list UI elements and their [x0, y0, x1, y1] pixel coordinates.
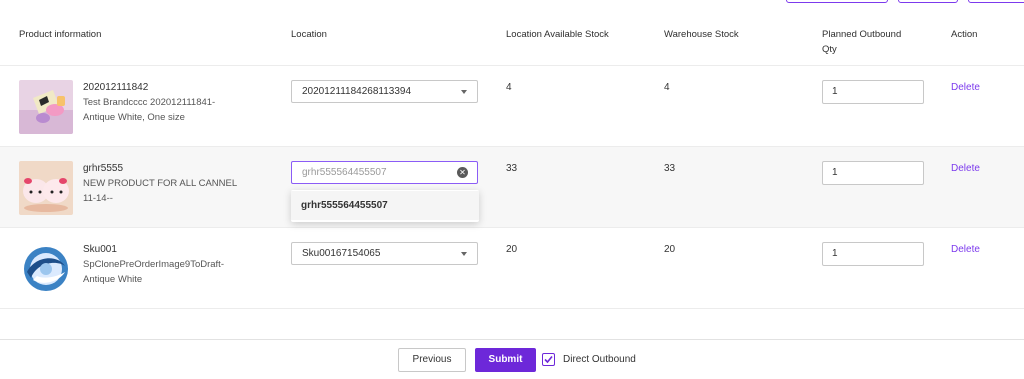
product-info: grhr5555 NEW PRODUCT FOR ALL CANNEL 11-1…: [83, 161, 263, 206]
location-select[interactable]: grhr555564455507 ✕: [291, 161, 478, 184]
submit-button[interactable]: Submit: [475, 348, 536, 372]
location-available-stock: 4: [506, 82, 512, 93]
delete-link[interactable]: Delete: [951, 163, 980, 174]
header-location-stock: Location Available Stock: [506, 29, 609, 40]
product-thumbnail: [19, 242, 73, 296]
table-row: 202012111842 Test Brandcccc 202012111841…: [0, 66, 1024, 147]
table-row: Sku001 SpClonePreOrderImage9ToDraft- Ant…: [0, 228, 1024, 309]
delete-link[interactable]: Delete: [951, 82, 980, 93]
product-name-line2: Antique White, One size: [83, 112, 185, 123]
location-available-stock: 20: [506, 244, 518, 255]
product-name-line1: Test Brandcccc 202012111841-: [83, 97, 216, 108]
product-thumbnail: [19, 80, 73, 134]
delete-link[interactable]: Delete: [951, 244, 980, 255]
location-dropdown-menu: grhr555564455507: [291, 190, 479, 222]
location-select[interactable]: Sku00167154065: [291, 242, 478, 265]
planned-qty-input[interactable]: 1: [822, 161, 924, 185]
outbound-table: Product information Location Location Av…: [0, 14, 1024, 309]
clear-icon[interactable]: ✕: [457, 167, 468, 178]
warehouse-stock: 33: [664, 163, 676, 174]
header-product-info: Product information: [19, 29, 102, 40]
header-location: Location: [291, 29, 327, 40]
location-select[interactable]: 20201211184268113394: [291, 80, 478, 103]
dropdown-option[interactable]: grhr555564455507: [291, 191, 479, 220]
checkmark-icon: [544, 355, 553, 364]
product-name-line1: NEW PRODUCT FOR ALL CANNEL: [83, 178, 238, 189]
header-warehouse-stock: Warehouse Stock: [664, 29, 739, 40]
location-select-value: Sku00167154065: [302, 248, 381, 259]
location-select-value: grhr555564455507: [302, 167, 387, 178]
warehouse-stock: 20: [664, 244, 676, 255]
footer-bar: Previous Submit Direct Outbound: [0, 339, 1024, 379]
chevron-down-icon: [461, 90, 467, 94]
top-action-button-3[interactable]: [968, 0, 1024, 3]
header-action: Action: [951, 29, 978, 40]
top-action-button-2[interactable]: [898, 0, 958, 3]
warehouse-stock: 4: [664, 82, 670, 93]
product-info: Sku001 SpClonePreOrderImage9ToDraft- Ant…: [83, 242, 263, 287]
direct-outbound-label: Direct Outbound: [563, 354, 636, 365]
planned-qty-input[interactable]: 1: [822, 242, 924, 266]
top-toolbar: [0, 0, 1024, 4]
product-sku: grhr5555: [83, 163, 124, 174]
location-select-value: 20201211184268113394: [302, 86, 412, 97]
previous-button[interactable]: Previous: [398, 348, 466, 372]
chevron-down-icon: [461, 252, 467, 256]
header-planned-qty: Planned Outbound Qty: [822, 27, 901, 57]
product-name-line2: 11-14--: [83, 193, 113, 204]
product-thumbnail: [19, 161, 73, 215]
direct-outbound-checkbox[interactable]: [542, 353, 555, 366]
product-info: 202012111842 Test Brandcccc 202012111841…: [83, 80, 263, 125]
table-row: grhr5555 NEW PRODUCT FOR ALL CANNEL 11-1…: [0, 147, 1024, 228]
table-header: Product information Location Location Av…: [0, 14, 1024, 66]
product-sku: Sku001: [83, 244, 117, 255]
product-name-line1: SpClonePreOrderImage9ToDraft-: [83, 259, 224, 270]
location-available-stock: 33: [506, 163, 518, 174]
header-planned-qty-line2: Qty: [822, 44, 837, 55]
planned-qty-input[interactable]: 1: [822, 80, 924, 104]
product-name-line2: Antique White: [83, 274, 143, 285]
header-planned-qty-line1: Planned Outbound: [822, 29, 902, 40]
top-action-button-1[interactable]: [786, 0, 888, 3]
product-sku: 202012111842: [83, 82, 149, 93]
